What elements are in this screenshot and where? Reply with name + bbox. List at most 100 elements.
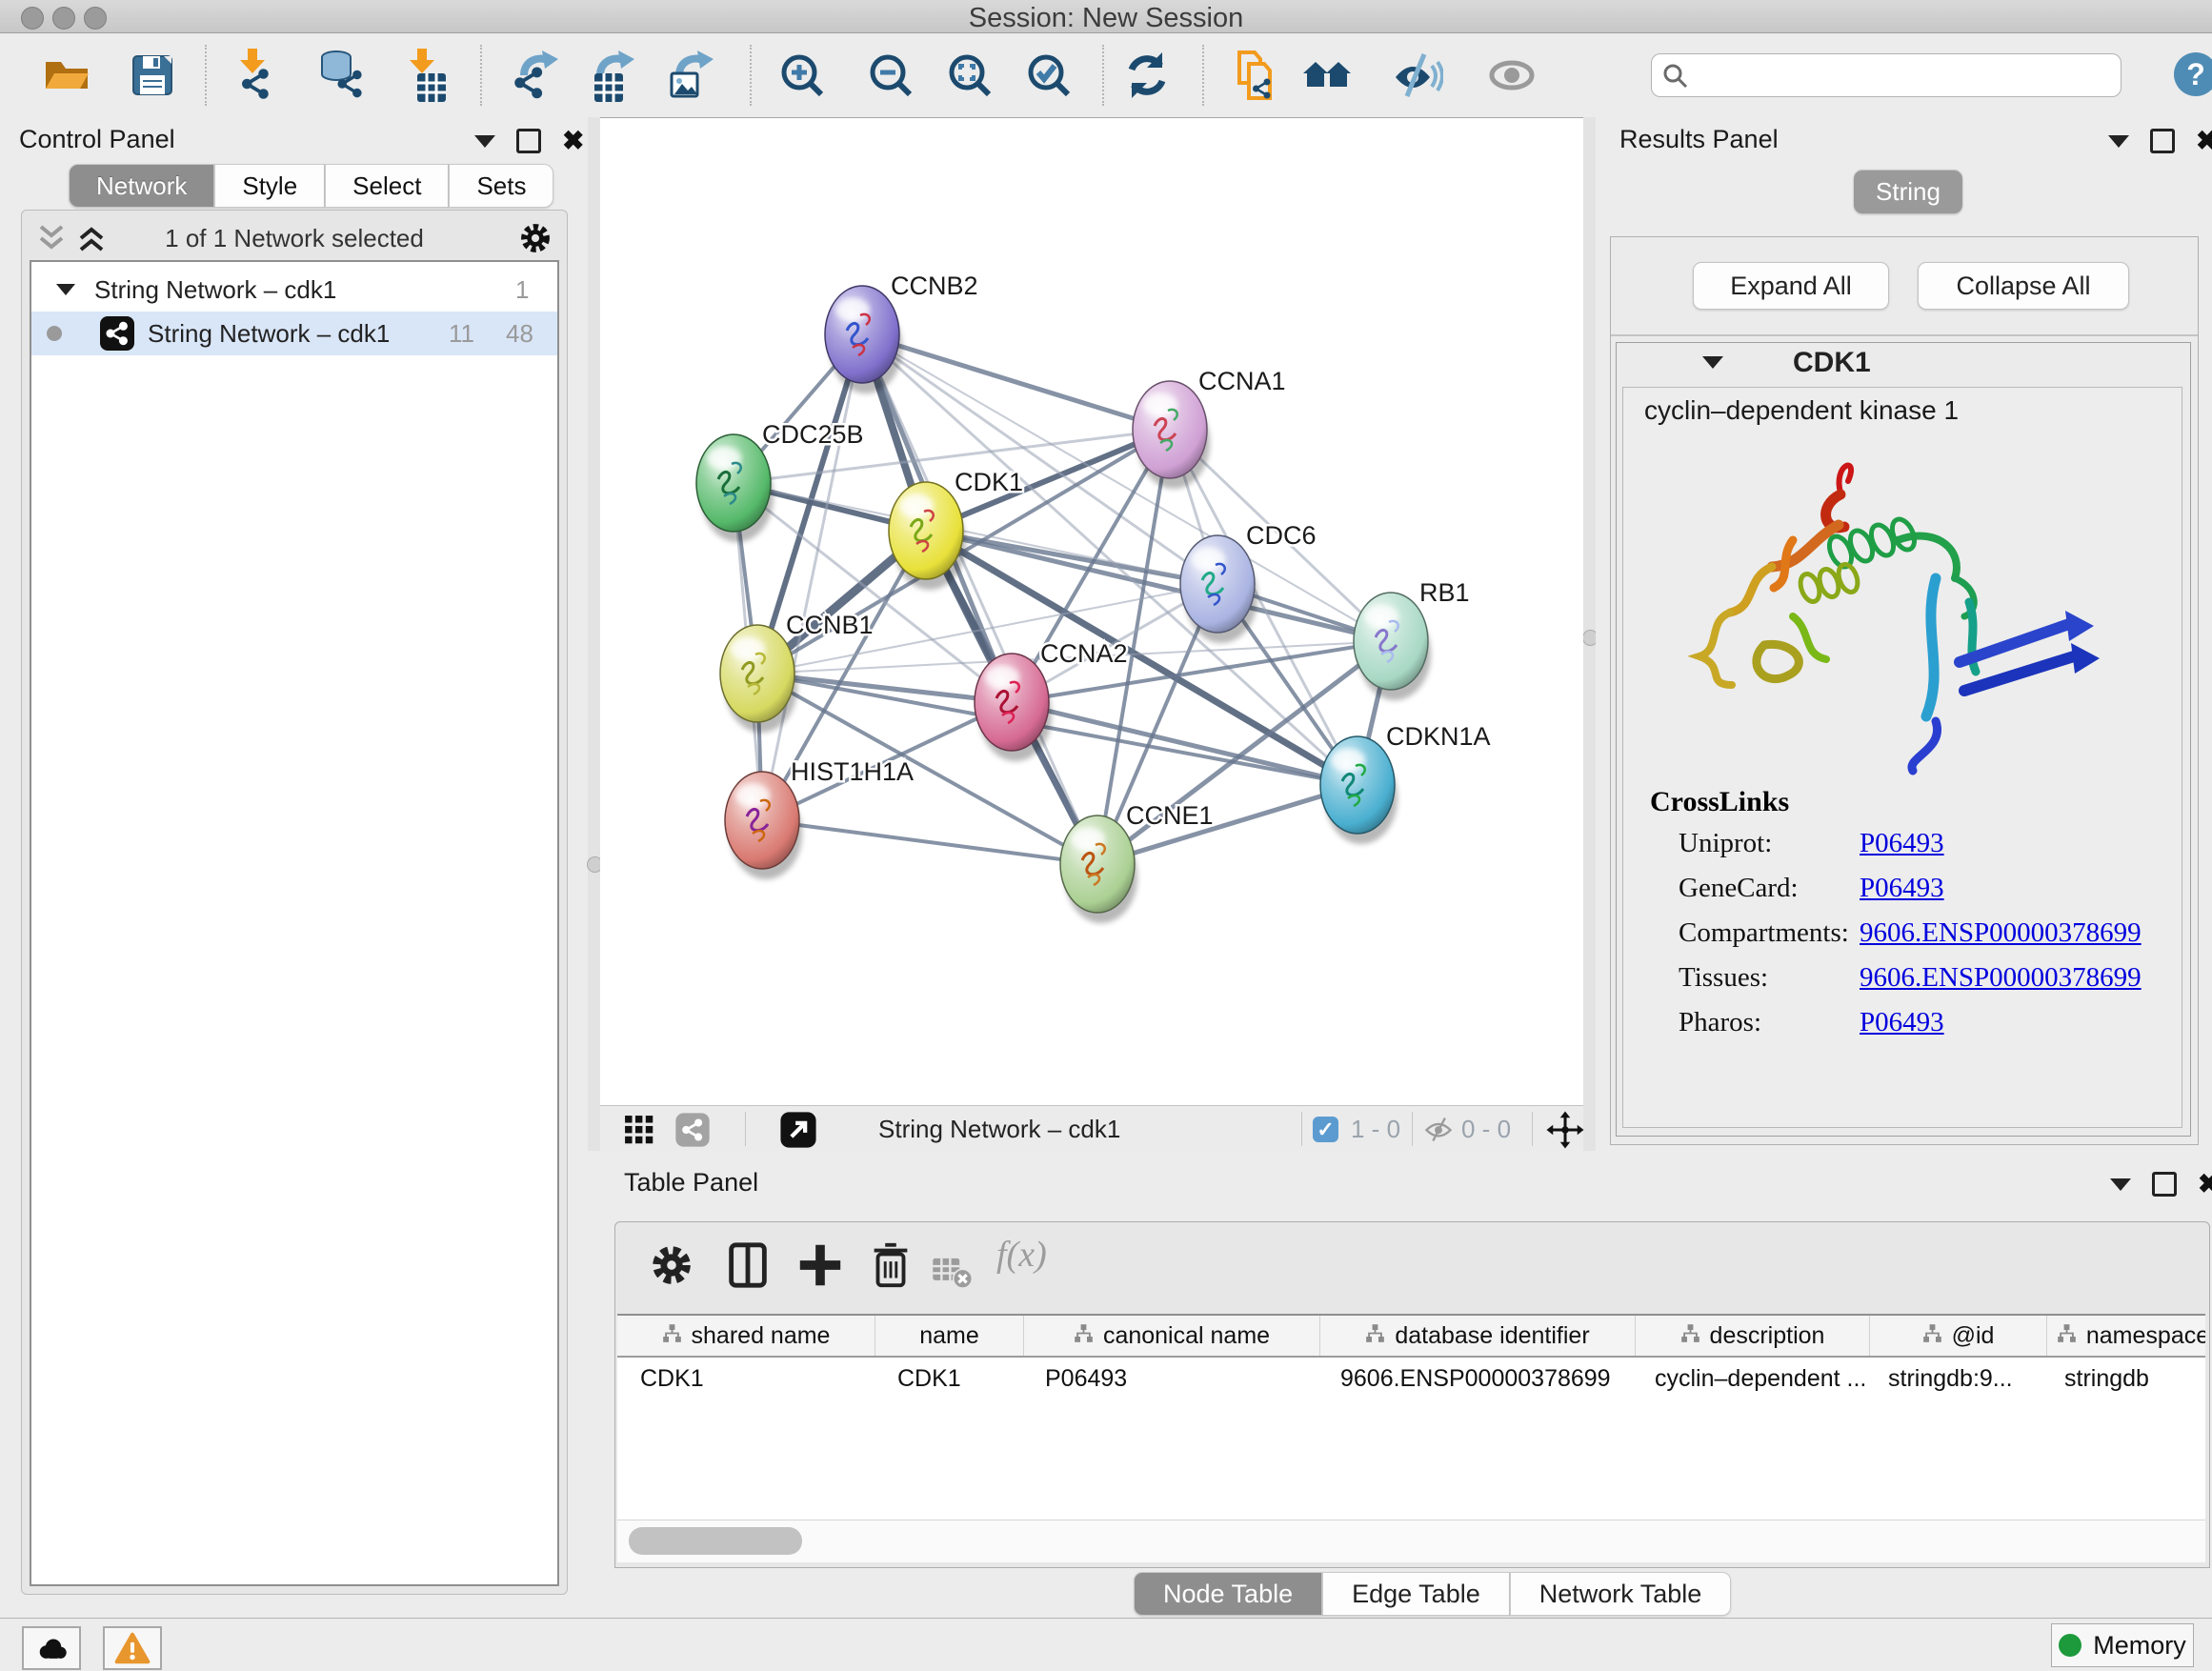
results-menu-icon[interactable] <box>2108 135 2129 148</box>
entry-expander-icon[interactable] <box>1702 356 1723 369</box>
export-table-icon[interactable] <box>587 49 640 102</box>
close-results-icon[interactable]: ✖ <box>2196 131 2212 151</box>
edge-CCNB2-HIST1H1A[interactable] <box>762 334 862 820</box>
help-button[interactable]: ? <box>2174 52 2212 96</box>
panel-menu-icon[interactable] <box>474 135 495 148</box>
tab-node-table[interactable]: Node Table <box>1134 1572 1322 1616</box>
hidden-eye-icon[interactable] <box>1423 1116 1454 1142</box>
crosslink-link[interactable]: P06493 <box>1860 873 1944 904</box>
node-table[interactable]: shared namenamecanonical namedatabase id… <box>617 1314 2205 1521</box>
export-network-icon[interactable] <box>511 49 564 102</box>
table-horizontal-scrollbar[interactable] <box>617 1520 2205 1562</box>
node-CCNA2[interactable] <box>975 654 1052 761</box>
hide-unselected-icon[interactable] <box>1390 49 1443 102</box>
node-HIST1H1A[interactable] <box>725 772 802 879</box>
network-canvas[interactable]: CCNB2CCNA1CDC25BCDK1CDC6RB1CCNB1CCNA2CDK… <box>600 118 1583 1105</box>
selected-nodes-checkbox[interactable]: ✓ <box>1313 1117 1338 1142</box>
node-RB1[interactable] <box>1354 593 1431 700</box>
string-home-icon[interactable] <box>1301 49 1355 102</box>
column-header-description[interactable]: description <box>1636 1316 1870 1356</box>
edge-CCNA2-CDKN1A[interactable] <box>1012 702 1357 785</box>
refresh-layout-icon[interactable] <box>1120 49 1174 102</box>
crosslink-link[interactable]: P06493 <box>1860 1007 1944 1038</box>
import-table-file-icon[interactable] <box>394 49 448 102</box>
table-header-row: shared namenamecanonical namedatabase id… <box>617 1316 2205 1358</box>
table-row[interactable]: CDK1CDK1P064939606.ENSP00000378699cyclin… <box>617 1358 2205 1399</box>
show-all-icon[interactable] <box>1485 49 1538 102</box>
node-label-HIST1H1A: HIST1H1A <box>791 757 914 786</box>
current-network-title: String Network – cdk1 <box>878 1115 1120 1144</box>
fit-content-icon[interactable] <box>1545 1110 1585 1150</box>
table-type-tabs: Node TableEdge TableNetwork Table <box>1134 1572 1731 1616</box>
node-CCNE1[interactable] <box>1060 815 1137 923</box>
left-split-divider[interactable] <box>588 117 600 1151</box>
delete-table-icon[interactable] <box>930 1245 974 1297</box>
zoom-out-icon[interactable] <box>864 49 917 102</box>
cloud-button[interactable] <box>22 1626 81 1670</box>
tab-sets[interactable]: Sets <box>449 164 553 208</box>
search-input[interactable] <box>1699 56 2113 94</box>
crosslink-link[interactable]: 9606.ENSP00000378699 <box>1860 917 2142 949</box>
node-CDC6[interactable] <box>1180 535 1257 643</box>
show-columns-icon[interactable] <box>722 1239 774 1291</box>
function-builder-icon[interactable]: f(x) <box>996 1234 1082 1285</box>
tree-expander-icon[interactable] <box>56 284 75 295</box>
collapse-all-button[interactable]: Collapse All <box>1918 262 2129 310</box>
column-header-namespace[interactable]: namespace <box>2047 1316 2205 1356</box>
string-results-box: Expand All Collapse All CDK1 cyclin–depe… <box>1610 236 2199 1145</box>
float-table-icon[interactable] <box>2152 1172 2177 1197</box>
crosslink-label: Uniprot: <box>1679 828 1772 859</box>
table-menu-icon[interactable] <box>2110 1178 2131 1191</box>
float-results-icon[interactable] <box>2150 129 2175 153</box>
table-gear-icon[interactable] <box>646 1239 697 1291</box>
tab-style[interactable]: Style <box>214 164 325 208</box>
tab-network-table[interactable]: Network Table <box>1510 1572 1732 1616</box>
column-header-shared-name[interactable]: shared name <box>617 1316 875 1356</box>
crosslink-link[interactable]: P06493 <box>1860 828 1944 859</box>
search-box[interactable] <box>1651 53 2122 97</box>
crosslink-link[interactable]: 9606.ENSP00000378699 <box>1860 962 2142 994</box>
close-table-icon[interactable]: ✖ <box>2198 1175 2212 1194</box>
birdseye-view-icon[interactable] <box>674 1112 711 1148</box>
save-session-icon[interactable] <box>126 49 179 102</box>
memory-button[interactable]: Memory <box>2051 1623 2194 1667</box>
edge-HIST1H1A-CCNE1[interactable] <box>762 820 1097 864</box>
table-panel-title: Table Panel <box>624 1168 758 1198</box>
import-network-database-icon[interactable] <box>313 49 367 102</box>
node-CDKN1A[interactable] <box>1320 736 1398 844</box>
tab-string[interactable]: String <box>1854 170 1962 213</box>
network-collection-row[interactable]: String Network – cdk1 1 <box>31 268 557 312</box>
import-network-file-icon[interactable] <box>225 49 278 102</box>
open-session-icon[interactable] <box>40 49 93 102</box>
edge-CCNB2-CCNA1[interactable] <box>862 334 1170 430</box>
float-panel-icon[interactable] <box>516 129 541 153</box>
control-panel-tabs: NetworkStyleSelectSets <box>69 164 553 208</box>
warning-button[interactable] <box>103 1626 162 1670</box>
tab-edge-table[interactable]: Edge Table <box>1322 1572 1510 1616</box>
grid-view-icon[interactable] <box>621 1112 657 1148</box>
node-CCNB1[interactable] <box>720 625 797 733</box>
node-CCNB2[interactable] <box>825 286 902 393</box>
zoom-in-icon[interactable] <box>775 49 829 102</box>
export-image-icon[interactable] <box>666 49 719 102</box>
delete-column-icon[interactable] <box>865 1239 916 1291</box>
expand-all-button[interactable]: Expand All <box>1693 262 1889 310</box>
column-header-name[interactable]: name <box>875 1316 1024 1356</box>
scrollbar-thumb[interactable] <box>629 1527 802 1555</box>
tab-network[interactable]: Network <box>69 164 214 208</box>
node-CDC25B[interactable] <box>696 434 774 542</box>
gear-icon[interactable] <box>517 220 553 256</box>
network-row[interactable]: String Network – cdk1 11 48 <box>31 312 557 355</box>
zoom-selected-icon[interactable] <box>1022 49 1076 102</box>
column-header-database-identifier[interactable]: database identifier <box>1320 1316 1636 1356</box>
create-column-icon[interactable] <box>794 1239 846 1291</box>
tab-select[interactable]: Select <box>325 164 449 208</box>
collection-count: 1 <box>515 268 529 312</box>
column-header--id[interactable]: @id <box>1870 1316 2047 1356</box>
clone-network-icon[interactable] <box>1228 49 1281 102</box>
close-panel-icon[interactable]: ✖ <box>562 131 584 151</box>
edge-CDK1-RB1[interactable] <box>926 531 1391 641</box>
column-header-canonical-name[interactable]: canonical name <box>1024 1316 1320 1356</box>
open-in-window-icon[interactable] <box>779 1111 817 1149</box>
zoom-fit-icon[interactable] <box>943 49 996 102</box>
